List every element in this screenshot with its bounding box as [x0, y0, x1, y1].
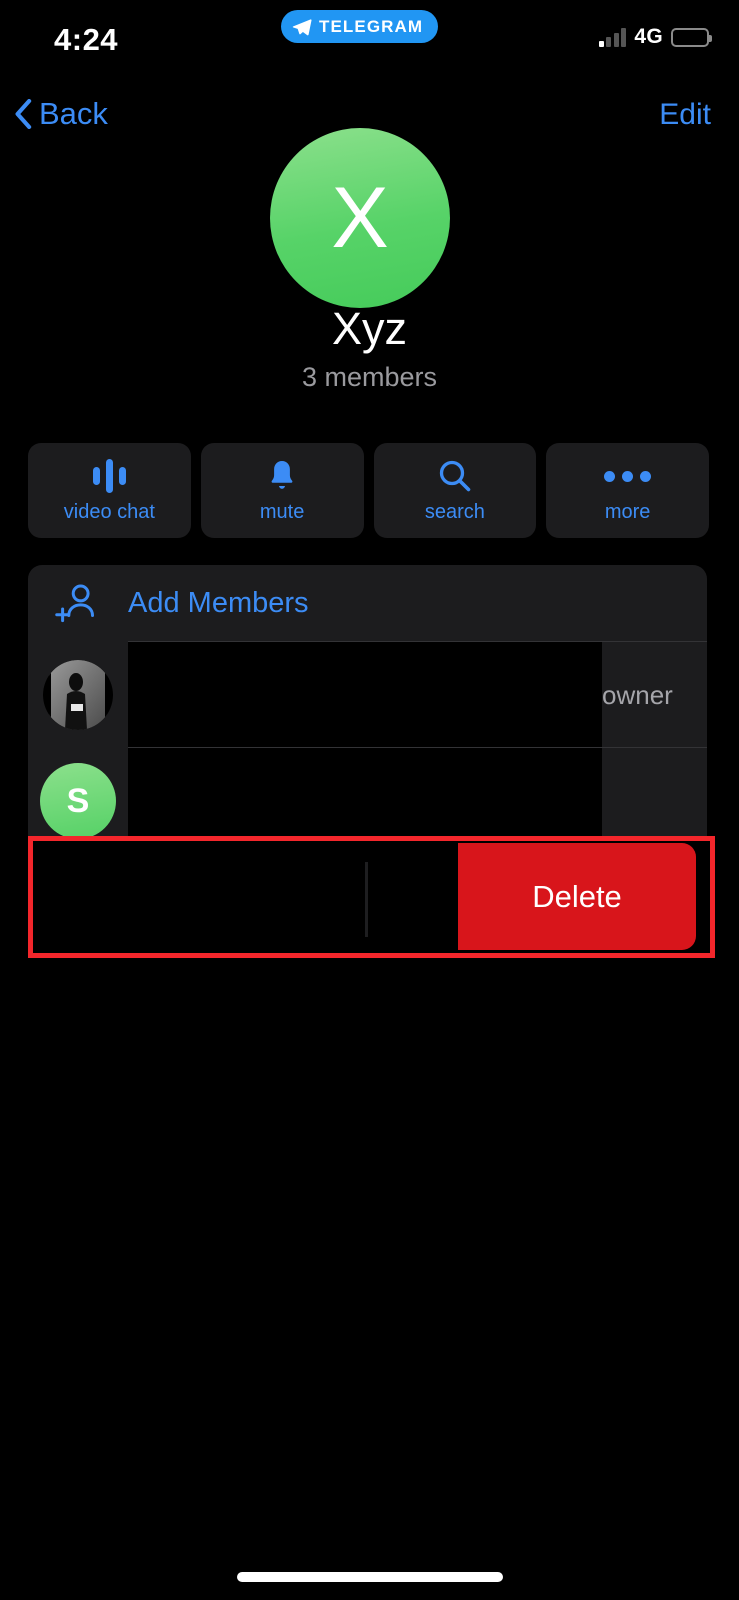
- member-letter-avatar: S: [40, 763, 116, 839]
- telegram-badge-label: TELEGRAM: [319, 16, 424, 36]
- status-bar-indicators: 4G: [598, 25, 712, 49]
- group-avatar-letter: X: [331, 170, 389, 266]
- add-members-row[interactable]: Add Members: [28, 565, 707, 642]
- telegram-plane-icon: [292, 18, 312, 35]
- member-name-redacted: [128, 642, 602, 748]
- more-label: more: [604, 501, 651, 523]
- delete-button[interactable]: Delete: [458, 843, 696, 950]
- group-avatar[interactable]: X: [270, 128, 450, 308]
- network-type-label: 4G: [634, 25, 663, 48]
- page-title: Xyz: [331, 303, 407, 354]
- telegram-app-badge[interactable]: TELEGRAM: [281, 10, 439, 43]
- member-role-label: owner: [602, 679, 673, 710]
- delete-button-label: Delete: [532, 878, 622, 914]
- search-icon: [437, 457, 473, 495]
- action-button-row: video chat mute search more: [28, 443, 709, 538]
- more-button[interactable]: more: [546, 443, 709, 538]
- person-add-icon: [28, 581, 128, 627]
- mute-label: mute: [259, 501, 305, 523]
- avatar: [28, 660, 128, 730]
- video-chat-label: video chat: [63, 501, 155, 523]
- phone-screen: 4:24 TELEGRAM 4G Back Edit X Xyz 3 membe…: [0, 0, 739, 1600]
- member-name-redacted: [28, 840, 458, 955]
- member-name-redacted: [128, 748, 602, 854]
- cellular-signal-icon: [598, 27, 627, 47]
- home-indicator: [236, 1572, 503, 1582]
- mute-button[interactable]: mute: [200, 443, 364, 538]
- add-members-label: Add Members: [128, 587, 309, 619]
- status-bar-time: 4:24: [54, 22, 119, 57]
- swiped-member-row: Delete: [28, 840, 707, 955]
- status-bar: 4:24 TELEGRAM 4G: [0, 0, 739, 72]
- chevron-left-icon: [15, 99, 32, 129]
- video-chat-button[interactable]: video chat: [28, 443, 191, 538]
- edit-button[interactable]: Edit: [659, 98, 711, 132]
- back-button[interactable]: Back: [14, 96, 108, 132]
- member-photo-avatar: [43, 660, 113, 730]
- avatar: S: [28, 763, 128, 839]
- bell-icon: [265, 457, 299, 495]
- row-divider: [365, 862, 368, 937]
- table-row[interactable]: owner: [28, 642, 707, 748]
- search-label: search: [424, 501, 485, 523]
- table-row[interactable]: S: [28, 748, 707, 854]
- search-button[interactable]: search: [373, 443, 537, 538]
- back-button-label: Back: [39, 96, 108, 131]
- member-count-label: 3 members: [301, 362, 438, 392]
- video-chat-waveform-icon: [92, 457, 126, 495]
- members-card: Add Members owner S: [28, 565, 707, 854]
- ellipsis-icon: [604, 457, 652, 495]
- battery-low-icon: [671, 27, 712, 47]
